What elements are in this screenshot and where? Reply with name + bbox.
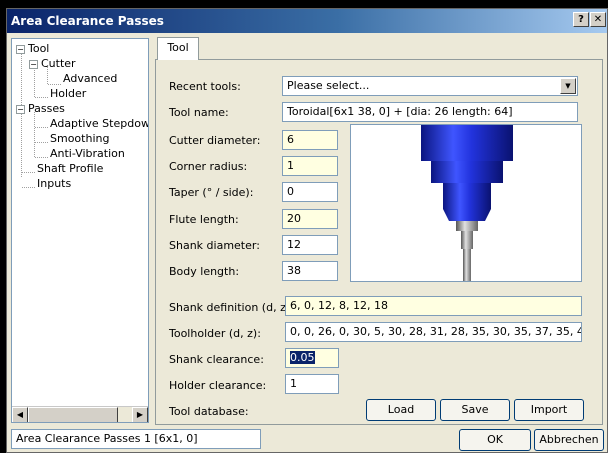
- tree-line: [48, 84, 61, 85]
- body-length-label: Body length:: [169, 265, 240, 278]
- collapse-icon[interactable]: −: [16, 104, 25, 114]
- shank-clearance-label: Shank clearance:: [169, 353, 264, 366]
- tree-line: [35, 97, 48, 98]
- taper-field[interactable]: 0: [282, 182, 338, 202]
- help-button[interactable]: ?: [573, 12, 589, 27]
- tree-item-label: Passes: [28, 102, 65, 115]
- tree-item-label: Holder: [50, 87, 87, 100]
- recent-tools-label: Recent tools:: [169, 80, 241, 93]
- tree-line: [22, 187, 35, 188]
- shank-clearance-value: 0.05: [290, 351, 315, 364]
- dialog-window: Area Clearance Passes ? ✕ − Tool − Cutter …: [6, 8, 608, 453]
- tree-item-label: Advanced: [63, 72, 118, 85]
- close-button[interactable]: ✕: [590, 12, 606, 27]
- tree-item-holder[interactable]: Holder: [50, 86, 86, 101]
- save-button[interactable]: Save: [440, 399, 510, 421]
- cutter-diameter-field[interactable]: 6: [282, 130, 338, 150]
- corner-radius-field[interactable]: 1: [282, 156, 338, 176]
- tree-item-passes[interactable]: − Passes: [16, 101, 65, 116]
- cancel-button[interactable]: Abbrechen: [534, 429, 604, 451]
- tree-item-label: Anti-Vibration: [50, 147, 125, 160]
- tool-name-field[interactable]: Toroidal[6x1 38, 0] + [dia: 26 length: 6…: [282, 102, 578, 122]
- recent-tools-value: Please select...: [287, 79, 370, 92]
- tool-preview: [350, 124, 582, 282]
- toolholder-label: Toolholder (d, z):: [169, 327, 261, 340]
- holder-taper: [443, 209, 491, 221]
- tool-panel: Recent tools: Please select... ▼ Tool na…: [155, 59, 603, 425]
- import-button[interactable]: Import: [514, 399, 584, 421]
- tree-line: [35, 142, 48, 143]
- tree-item-anti-vibration[interactable]: Anti-Vibration: [50, 146, 125, 161]
- taper-label: Taper (° / side):: [169, 186, 254, 199]
- flute-length-label: Flute length:: [169, 213, 239, 226]
- shank-definition-label: Shank definition (d, z):: [169, 301, 294, 314]
- window-title: Area Clearance Passes: [11, 14, 164, 28]
- shank-diameter-field[interactable]: 12: [282, 235, 338, 255]
- cutter-diameter-label: Cutter diameter:: [169, 134, 261, 147]
- scroll-right-icon[interactable]: ▶: [132, 407, 148, 422]
- tree-horizontal-scrollbar[interactable]: ◀ ▶: [12, 406, 148, 422]
- cutter: [463, 249, 471, 281]
- ok-button[interactable]: OK: [459, 429, 531, 451]
- tree-line: [34, 112, 35, 157]
- dropdown-arrow-icon[interactable]: ▼: [560, 78, 576, 94]
- tool-name-label: Tool name:: [169, 106, 229, 119]
- status-field: Area Clearance Passes 1 [6x1, 0]: [11, 429, 261, 449]
- settings-tree: − Tool − Cutter Advanced Holder − Passes Ad…: [11, 38, 149, 423]
- scrollbar-thumb[interactable]: [28, 407, 118, 422]
- tab-tool[interactable]: Tool: [157, 37, 199, 60]
- screen-frame: Area Clearance Passes ? ✕ − Tool − Cutter …: [0, 0, 608, 453]
- recent-tools-select[interactable]: Please select... ▼: [282, 76, 578, 96]
- body-length-field[interactable]: 38: [282, 261, 338, 281]
- tree-item-shaft-profile[interactable]: Shaft Profile: [37, 161, 103, 176]
- tree-item-label: Inputs: [37, 177, 72, 190]
- tree-item-adaptive-stepdown[interactable]: Adaptive Stepdowr: [50, 116, 149, 131]
- tree-item-advanced[interactable]: Advanced: [63, 71, 117, 86]
- holder-clearance-label: Holder clearance:: [169, 379, 267, 392]
- holder-clearance-field[interactable]: 1: [285, 374, 339, 394]
- shank-definition-field[interactable]: 6, 0, 12, 8, 12, 18: [285, 296, 582, 316]
- shank: [461, 231, 473, 249]
- title-bar: Area Clearance Passes ? ✕: [7, 9, 607, 33]
- tree-line: [34, 67, 35, 97]
- tree-item-smoothing[interactable]: Smoothing: [50, 131, 109, 146]
- tree-line: [22, 172, 35, 173]
- tree-item-inputs[interactable]: Inputs: [37, 176, 71, 191]
- corner-radius-label: Corner radius:: [169, 160, 248, 173]
- toolholder-field[interactable]: 0, 0, 26, 0, 30, 5, 30, 28, 31, 28, 35, …: [285, 322, 582, 342]
- tool-database-label: Tool database:: [169, 405, 249, 418]
- shank-clearance-field[interactable]: 0.05: [285, 348, 339, 368]
- tree-item-cutter[interactable]: − Cutter: [29, 56, 76, 71]
- tree-item-tool[interactable]: − Tool: [16, 41, 49, 56]
- flute-length-field[interactable]: 20: [282, 209, 338, 229]
- holder-lower: [443, 183, 491, 209]
- tree-item-label: Shaft Profile: [37, 162, 104, 175]
- collapse-icon[interactable]: −: [29, 59, 38, 69]
- tree-line: [35, 127, 48, 128]
- tree-item-label: Cutter: [41, 57, 76, 70]
- scroll-left-icon[interactable]: ◀: [12, 407, 28, 422]
- collet: [456, 221, 478, 231]
- tree-item-label: Adaptive Stepdowr: [50, 117, 149, 130]
- shank-diameter-label: Shank diameter:: [169, 239, 260, 252]
- tree-item-label: Smoothing: [50, 132, 110, 145]
- holder-upper: [421, 125, 513, 161]
- end-mill-illustration: [421, 125, 513, 281]
- load-button[interactable]: Load: [366, 399, 436, 421]
- tree-line: [35, 157, 48, 158]
- tree-item-label: Tool: [28, 42, 50, 55]
- collapse-icon[interactable]: −: [16, 44, 25, 54]
- holder-middle: [431, 161, 503, 183]
